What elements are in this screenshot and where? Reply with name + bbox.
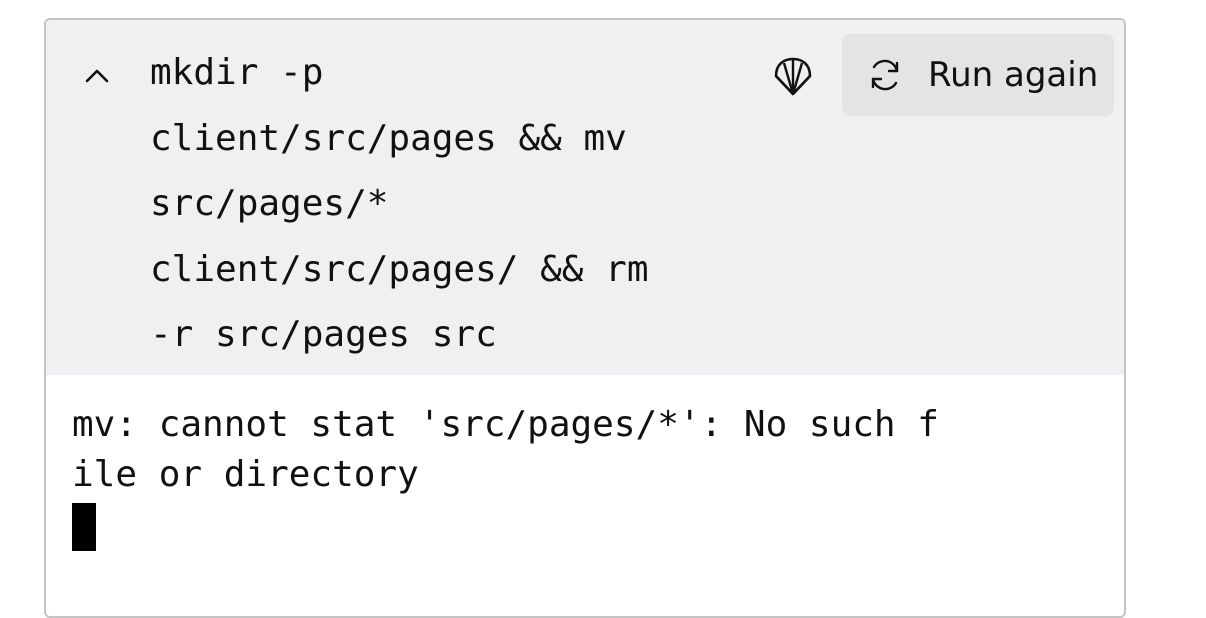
command-line: -r src/pages src — [150, 314, 497, 355]
terminal-output: mv: cannot stat 'src/pages/*': No such f… — [72, 400, 939, 500]
shell-icon[interactable] — [770, 54, 816, 100]
terminal-cursor — [72, 503, 96, 551]
command-header: mkdir -p client/src/pages && mv src/page… — [46, 20, 1124, 375]
command-line: client/src/pages && mv — [150, 117, 627, 159]
command-line: mkdir -p — [150, 52, 324, 93]
terminal-panel: mkdir -p client/src/pages && mv src/page… — [44, 18, 1126, 618]
command-line: client/src/pages/ && rm — [150, 248, 649, 290]
refresh-icon — [871, 59, 899, 91]
chevron-up-icon[interactable] — [84, 64, 110, 84]
output-line: mv: cannot stat 'src/pages/*': No such f — [72, 404, 939, 445]
run-again-button[interactable]: Run again — [842, 34, 1114, 116]
command-line: src/pages/* — [150, 183, 389, 224]
command-text: mkdir -p client/src/pages && mv src/page… — [150, 40, 649, 368]
output-line: ile or directory — [72, 454, 419, 495]
run-again-label: Run again — [928, 55, 1099, 95]
